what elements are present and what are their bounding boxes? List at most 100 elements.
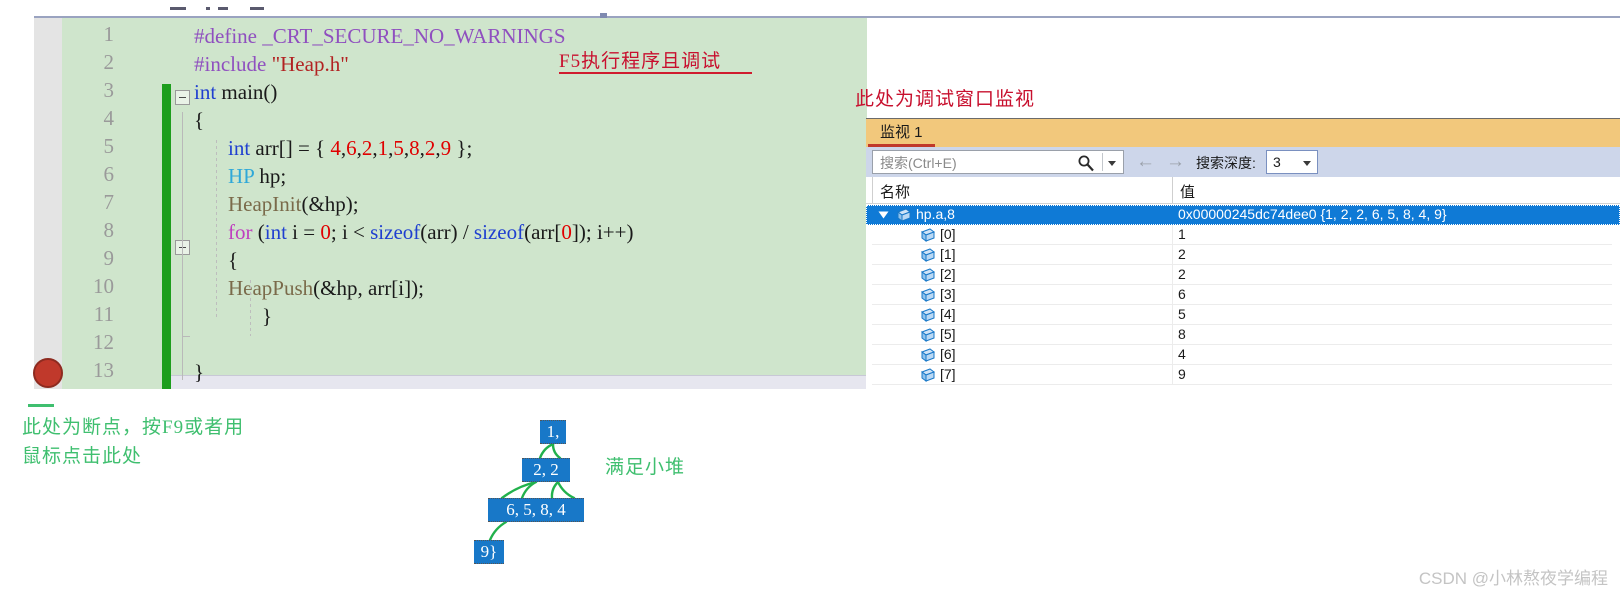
left-margin (0, 0, 34, 392)
row-column-separator (1172, 225, 1173, 245)
watch-column-headers: 名称 值 (866, 177, 1620, 203)
code-token: "Heap.h" (271, 52, 349, 76)
header-separator-mid[interactable] (1172, 177, 1173, 203)
watch-row-value[interactable]: 5 (1178, 306, 1186, 322)
change-bar (162, 84, 171, 389)
code-token: { (194, 108, 205, 132)
variable-cube-icon (920, 368, 935, 382)
search-dropdown-icon[interactable] (1102, 153, 1121, 171)
row-column-separator (1172, 365, 1173, 385)
row-column-separator (1172, 265, 1173, 285)
code-token: HP (228, 164, 255, 188)
watch-window[interactable]: 监视 1 搜索(Ctrl+E) ← → 搜索深度: 3 名称 值 hp.a,8 0… (866, 118, 1620, 390)
variable-cube-icon (920, 308, 935, 322)
code-line[interactable]: HP hp; (228, 162, 286, 190)
search-icon[interactable] (1077, 154, 1095, 172)
watch-row-value[interactable]: 8 (1178, 326, 1186, 342)
code-token: }; (451, 136, 473, 160)
code-token: (arr) / (420, 220, 474, 244)
watch-row-name: [3] (940, 286, 956, 302)
watch-row-name: [4] (940, 306, 956, 322)
watch-row[interactable]: [0] 1 (866, 225, 1620, 245)
variable-cube-icon (920, 268, 935, 282)
watch-row-value[interactable]: 1 (1178, 226, 1186, 242)
code-token: int (264, 220, 287, 244)
code-line[interactable]: int arr[] = { 4,6,2,1,5,8,2,9 }; (228, 134, 472, 162)
search-depth-value: 3 (1273, 154, 1281, 170)
code-token: 6 (346, 136, 357, 160)
watch-row[interactable]: [7] 9 (866, 365, 1620, 385)
code-line[interactable]: { (194, 106, 204, 134)
column-header-name[interactable]: 名称 (880, 181, 910, 202)
watch-row-value[interactable]: 6 (1178, 286, 1186, 302)
collapse-box-main[interactable] (175, 90, 190, 105)
code-token: sizeof (370, 220, 421, 244)
watch-row-value[interactable]: 4 (1178, 346, 1186, 362)
code-line[interactable]: #include "Heap.h" (194, 50, 349, 78)
breakpoint-marker[interactable] (33, 358, 63, 388)
watch-row-name: [2] (940, 266, 956, 282)
search-input[interactable]: 搜索(Ctrl+E) (880, 154, 957, 172)
line-number: 3 (103, 78, 115, 102)
code-token: #include (194, 52, 272, 76)
tree-node: 6, 5, 8, 4 (488, 498, 584, 522)
code-token: ; i < (330, 220, 371, 244)
watch-row-value[interactable]: 2 (1178, 266, 1186, 282)
watch-row-name: [5] (940, 326, 956, 342)
annotation-f5: F5执行程序且调试 (559, 51, 722, 72)
variable-cube-icon (920, 328, 935, 342)
indent-guide-outer (182, 112, 183, 380)
watch-row[interactable]: hp.a,8 0x00000245dc74dee0 {1, 2, 2, 6, 5,… (866, 205, 1620, 225)
watermark: CSDN @小林熬夜学编程 (1418, 569, 1608, 588)
code-token: main (216, 80, 264, 104)
code-token: ]); i++) (571, 220, 634, 244)
column-header-value[interactable]: 值 (1180, 181, 1195, 202)
code-line[interactable]: } (262, 302, 272, 330)
code-line[interactable]: { (228, 246, 238, 274)
watch-toolbar: 搜索(Ctrl+E) ← → 搜索深度: 3 (866, 147, 1620, 177)
line-number: 5 (103, 134, 115, 158)
code-line[interactable]: } (194, 358, 204, 386)
annotation-f5-underline (559, 72, 752, 74)
watch-row[interactable]: [2] 2 (866, 265, 1620, 285)
watch-row-name: [1] (940, 246, 956, 262)
code-token: hp; (254, 164, 287, 188)
watch-row[interactable]: [1] 2 (866, 245, 1620, 265)
watch-row[interactable]: [3] 6 (866, 285, 1620, 305)
code-line[interactable]: HeapPush(&hp, arr[i]); (228, 274, 424, 302)
watch-row[interactable]: [6] 4 (866, 345, 1620, 365)
variable-cube-icon (920, 228, 935, 242)
annotation-breakpoint-line2: 鼠标点击此处 (22, 446, 143, 467)
annotation-breakpoint-line1: 此处为断点，按F9或者用 (22, 417, 245, 438)
code-token: ( (252, 220, 265, 244)
nav-forward-icon[interactable]: → (1166, 152, 1185, 172)
watch-row[interactable]: [5] 8 (866, 325, 1620, 345)
code-token: 5 (393, 136, 404, 160)
code-token: (&hp); (301, 192, 359, 216)
line-number: 12 (93, 330, 114, 354)
watch-row-value[interactable]: 2 (1178, 246, 1186, 262)
code-token: HeapInit (228, 192, 302, 216)
code-line[interactable]: for (int i = 0; i < sizeof(arr) / sizeof… (228, 218, 633, 246)
editor-gutter[interactable] (34, 18, 62, 389)
variable-cube-icon (920, 248, 935, 262)
code-token: 9 (440, 136, 452, 160)
search-box[interactable]: 搜索(Ctrl+E) (872, 150, 1124, 174)
code-token: { (228, 248, 239, 272)
code-line[interactable]: HeapInit(&hp); (228, 190, 359, 218)
code-token: #define (194, 24, 263, 48)
collapse-end-tick (182, 336, 190, 337)
line-number: 13 (93, 358, 114, 382)
row-divider (872, 384, 1612, 385)
tab-watch-1[interactable]: 监视 1 (868, 119, 935, 147)
code-line[interactable]: int main() (194, 78, 277, 106)
watch-row[interactable]: [4] 5 (866, 305, 1620, 325)
code-token: 2 (361, 136, 373, 160)
code-token: (&hp, arr[i]); (313, 276, 424, 300)
watch-row-value[interactable]: 9 (1178, 366, 1186, 382)
variable-cube-icon (920, 288, 935, 302)
selection-outline (866, 205, 1620, 225)
code-line[interactable]: #define _CRT_SECURE_NO_WARNINGS (194, 22, 566, 50)
nav-back-icon[interactable]: ← (1136, 152, 1155, 172)
search-depth-select[interactable]: 3 (1266, 150, 1318, 174)
